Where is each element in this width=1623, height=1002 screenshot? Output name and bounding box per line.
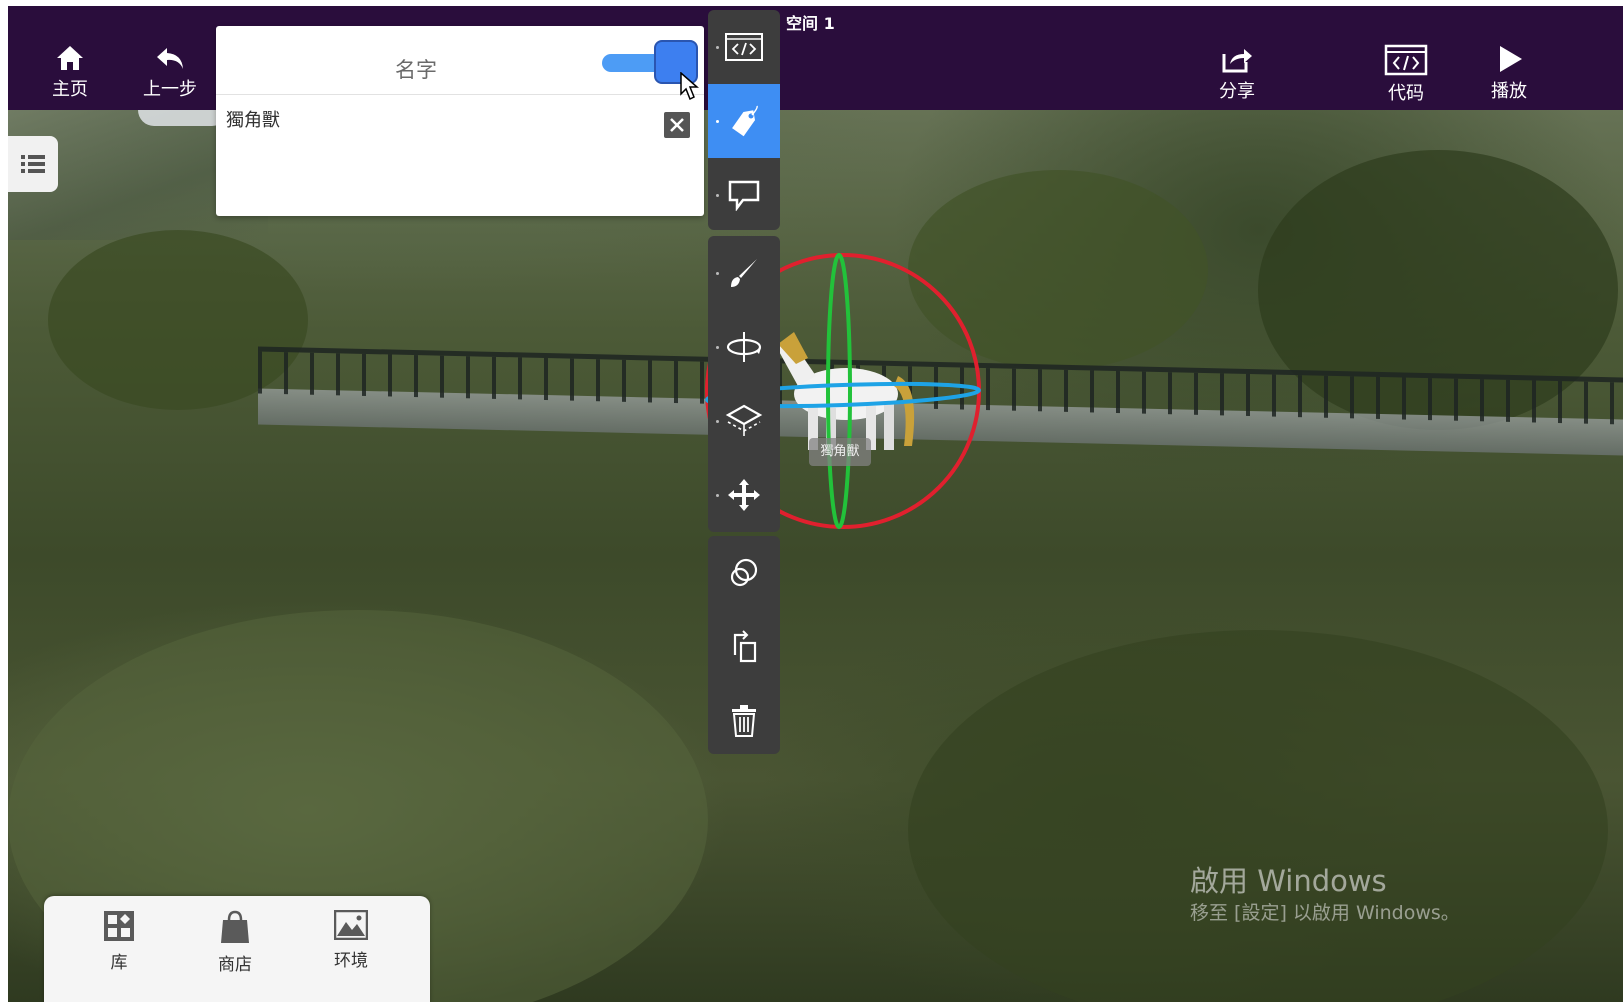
mouse-cursor-icon [680,72,699,101]
code-icon [1384,44,1428,76]
rotate-icon [726,332,762,362]
duplicate-icon [733,630,757,663]
app-window: 獨角獸 空间 1 主页 上一步 分享 代码 播放 名字 獨角獸 啟用 Windo… [8,6,1623,1002]
object-list-button[interactable] [8,136,58,192]
share-label: 分享 [1219,81,1255,102]
tag-icon [732,105,758,137]
clear-button[interactable] [664,112,690,138]
activation-watermark-subtitle: 移至 [設定] 以啟用 Windows。 [1190,902,1460,924]
divider [216,94,704,95]
back-button[interactable]: 上一步 [134,44,206,101]
name-input[interactable]: 獨角獸 [226,106,280,132]
layers-icon [725,404,763,436]
activation-watermark-title: 啟用 Windows [1190,864,1387,898]
shop-label: 商店 [218,955,252,975]
home-button[interactable]: 主页 [34,44,106,101]
bottom-tab-bar: 库 商店 环境 [44,896,430,1002]
environment-label: 环境 [334,951,368,971]
object-toolbar-group-1 [708,10,780,230]
play-icon [1500,46,1522,72]
name-panel: 名字 獨角獸 [216,26,704,216]
code-icon [725,33,763,61]
toolbar-name-tag-button[interactable] [708,84,780,158]
close-icon [670,118,684,132]
tab-shop[interactable]: 商店 [200,910,270,975]
play-label: 播放 [1491,81,1527,102]
speech-bubble-icon [728,180,760,211]
home-icon [57,46,83,70]
toolbar-link-button[interactable] [708,536,780,610]
play-button[interactable]: 播放 [1473,44,1545,103]
undo-arrow-icon [157,48,183,69]
share-icon [1222,49,1252,73]
link-icon [730,558,758,587]
toolbar-move-button[interactable] [708,458,780,532]
move-icon [728,479,760,511]
back-label: 上一步 [143,79,197,100]
tab-library[interactable]: 库 [84,910,154,973]
bushes [908,630,1608,1002]
horse-model[interactable] [776,332,915,450]
toolbar-speech-button[interactable] [708,158,780,230]
list-icon [21,155,45,173]
shopping-bag-icon [221,910,249,943]
toolbar-paint-button[interactable] [708,236,780,310]
space-title: 空间 1 [786,14,835,33]
name-header: 名字 [395,58,437,82]
object-toolbar-group-2 [708,236,780,532]
object-toolbar-group-3 [708,536,780,754]
toolbar-duplicate-button[interactable] [708,610,780,684]
toolbar-layers-button[interactable] [708,384,780,458]
share-button[interactable]: 分享 [1201,44,1273,103]
home-label: 主页 [52,79,88,100]
landscape-icon [334,910,368,940]
paint-brush-icon [731,259,757,287]
sky-patch [138,110,228,126]
tab-environment[interactable]: 环境 [316,910,386,971]
code-button[interactable]: 代码 [1370,44,1442,105]
toolbar-code-button[interactable] [708,10,780,84]
code-label: 代码 [1388,83,1424,104]
toolbar-rotate-button[interactable] [708,310,780,384]
trash-icon [732,705,756,737]
library-label: 库 [110,953,128,973]
library-icon [104,911,134,941]
object-label: 獨角獸 [809,438,871,466]
toolbar-delete-button[interactable] [708,684,780,754]
